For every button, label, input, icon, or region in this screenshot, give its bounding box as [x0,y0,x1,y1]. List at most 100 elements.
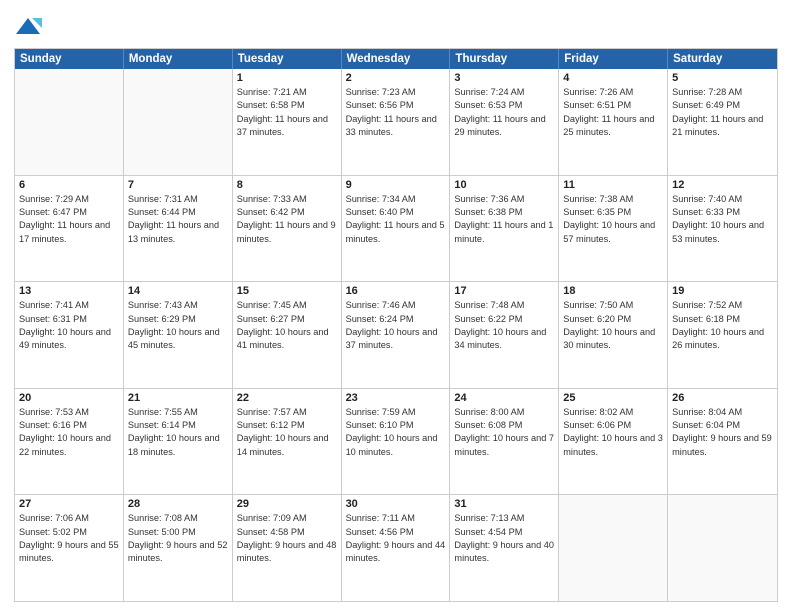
day-number: 4 [563,72,663,84]
cal-cell: 14Sunrise: 7:43 AMSunset: 6:29 PMDayligh… [124,282,233,388]
cal-cell: 11Sunrise: 7:38 AMSunset: 6:35 PMDayligh… [559,176,668,282]
day-number: 28 [128,498,228,510]
cell-info: Sunrise: 7:45 AM [237,299,337,312]
cell-info: Sunrise: 7:53 AM [19,406,119,419]
cal-cell: 7Sunrise: 7:31 AMSunset: 6:44 PMDaylight… [124,176,233,282]
header-day-friday: Friday [559,49,668,69]
cell-info: Sunrise: 7:31 AM [128,193,228,206]
cell-info: Sunset: 5:02 PM [19,526,119,539]
day-number: 27 [19,498,119,510]
cal-cell: 13Sunrise: 7:41 AMSunset: 6:31 PMDayligh… [15,282,124,388]
cell-info: Sunrise: 7:40 AM [672,193,773,206]
cell-info: Sunrise: 7:33 AM [237,193,337,206]
cal-cell: 2Sunrise: 7:23 AMSunset: 6:56 PMDaylight… [342,69,451,175]
cal-cell: 31Sunrise: 7:13 AMSunset: 4:54 PMDayligh… [450,495,559,601]
week-row-3: 13Sunrise: 7:41 AMSunset: 6:31 PMDayligh… [15,281,777,388]
cell-info: Sunset: 6:18 PM [672,313,773,326]
cal-cell: 17Sunrise: 7:48 AMSunset: 6:22 PMDayligh… [450,282,559,388]
cell-info: Sunrise: 7:24 AM [454,86,554,99]
cell-info: Sunset: 6:29 PM [128,313,228,326]
cal-cell: 27Sunrise: 7:06 AMSunset: 5:02 PMDayligh… [15,495,124,601]
header-day-tuesday: Tuesday [233,49,342,69]
cal-cell: 21Sunrise: 7:55 AMSunset: 6:14 PMDayligh… [124,389,233,495]
cell-info: Sunset: 6:58 PM [237,99,337,112]
cal-cell: 4Sunrise: 7:26 AMSunset: 6:51 PMDaylight… [559,69,668,175]
cell-info: Daylight: 9 hours and 52 minutes. [128,539,228,566]
cell-info: Sunset: 6:53 PM [454,99,554,112]
cell-info: Sunset: 6:35 PM [563,206,663,219]
day-number: 18 [563,285,663,297]
cell-info: Daylight: 10 hours and 37 minutes. [346,326,446,353]
day-number: 8 [237,179,337,191]
cell-info: Sunset: 6:10 PM [346,419,446,432]
day-number: 20 [19,392,119,404]
day-number: 22 [237,392,337,404]
cell-info: Sunrise: 8:04 AM [672,406,773,419]
cell-info: Sunrise: 7:28 AM [672,86,773,99]
day-number: 10 [454,179,554,191]
header-day-sunday: Sunday [15,49,124,69]
calendar-page: SundayMondayTuesdayWednesdayThursdayFrid… [0,0,792,612]
cell-info: Daylight: 11 hours and 17 minutes. [19,219,119,246]
cal-cell: 1Sunrise: 7:21 AMSunset: 6:58 PMDaylight… [233,69,342,175]
calendar: SundayMondayTuesdayWednesdayThursdayFrid… [14,48,778,602]
cal-cell: 12Sunrise: 7:40 AMSunset: 6:33 PMDayligh… [668,176,777,282]
cell-info: Sunrise: 8:02 AM [563,406,663,419]
day-number: 9 [346,179,446,191]
cell-info: Sunrise: 7:34 AM [346,193,446,206]
cell-info: Daylight: 10 hours and 30 minutes. [563,326,663,353]
cell-info: Sunset: 6:08 PM [454,419,554,432]
header-day-saturday: Saturday [668,49,777,69]
cal-cell: 5Sunrise: 7:28 AMSunset: 6:49 PMDaylight… [668,69,777,175]
day-number: 19 [672,285,773,297]
cell-info: Daylight: 11 hours and 1 minute. [454,219,554,246]
cell-info: Daylight: 10 hours and 14 minutes. [237,432,337,459]
cell-info: Daylight: 11 hours and 29 minutes. [454,113,554,140]
cal-cell: 23Sunrise: 7:59 AMSunset: 6:10 PMDayligh… [342,389,451,495]
day-number: 30 [346,498,446,510]
day-number: 6 [19,179,119,191]
cell-info: Sunset: 6:12 PM [237,419,337,432]
cell-info: Daylight: 10 hours and 49 minutes. [19,326,119,353]
header-day-monday: Monday [124,49,233,69]
cell-info: Daylight: 11 hours and 21 minutes. [672,113,773,140]
cell-info: Daylight: 10 hours and 7 minutes. [454,432,554,459]
cal-cell: 3Sunrise: 7:24 AMSunset: 6:53 PMDaylight… [450,69,559,175]
cal-cell [668,495,777,601]
day-number: 21 [128,392,228,404]
cal-cell: 20Sunrise: 7:53 AMSunset: 6:16 PMDayligh… [15,389,124,495]
cell-info: Sunrise: 7:38 AM [563,193,663,206]
cell-info: Daylight: 10 hours and 41 minutes. [237,326,337,353]
cal-cell: 30Sunrise: 7:11 AMSunset: 4:56 PMDayligh… [342,495,451,601]
day-number: 15 [237,285,337,297]
logo [14,14,46,42]
cell-info: Sunset: 6:31 PM [19,313,119,326]
cell-info: Sunrise: 7:48 AM [454,299,554,312]
cell-info: Sunset: 6:33 PM [672,206,773,219]
day-number: 11 [563,179,663,191]
day-number: 26 [672,392,773,404]
cal-cell: 18Sunrise: 7:50 AMSunset: 6:20 PMDayligh… [559,282,668,388]
week-row-4: 20 Sunrise: 7:53 AMSunset: 6:16 PM Dayligh… [15,388,777,495]
cell-info: Sunset: 6:20 PM [563,313,663,326]
cell-info: Daylight: 9 hours and 59 minutes. [672,432,773,459]
cell-info: Daylight: 9 hours and 44 minutes. [346,539,446,566]
cal-cell: 19Sunrise: 7:52 AMSunset: 6:18 PMDayligh… [668,282,777,388]
cell-info: Sunrise: 7:23 AM [346,86,446,99]
cell-info: Daylight: 10 hours and 3 minutes. [563,432,663,459]
cell-info: Sunset: 6:47 PM [19,206,119,219]
cell-info: Daylight: 11 hours and 33 minutes. [346,113,446,140]
cell-info: Sunset: 6:14 PM [128,419,228,432]
cell-info: Daylight: 9 hours and 48 minutes. [237,539,337,566]
day-number: 25 [563,392,663,404]
cell-info: Daylight: 10 hours and 45 minutes. [128,326,228,353]
cell-info: Daylight: 11 hours and 13 minutes. [128,219,228,246]
header-day-wednesday: Wednesday [342,49,451,69]
cell-info: Sunset: 6:16 PM [19,419,119,432]
week-row-2: 6Sunrise: 7:29 AMSunset: 6:47 PMDaylight… [15,175,777,282]
cal-cell: 8Sunrise: 7:33 AMSunset: 6:42 PMDaylight… [233,176,342,282]
cal-cell [559,495,668,601]
cell-info: Sunrise: 7:08 AM [128,512,228,525]
cal-cell: 24Sunrise: 8:00 AMSunset: 6:08 PMDayligh… [450,389,559,495]
day-number: 13 [19,285,119,297]
